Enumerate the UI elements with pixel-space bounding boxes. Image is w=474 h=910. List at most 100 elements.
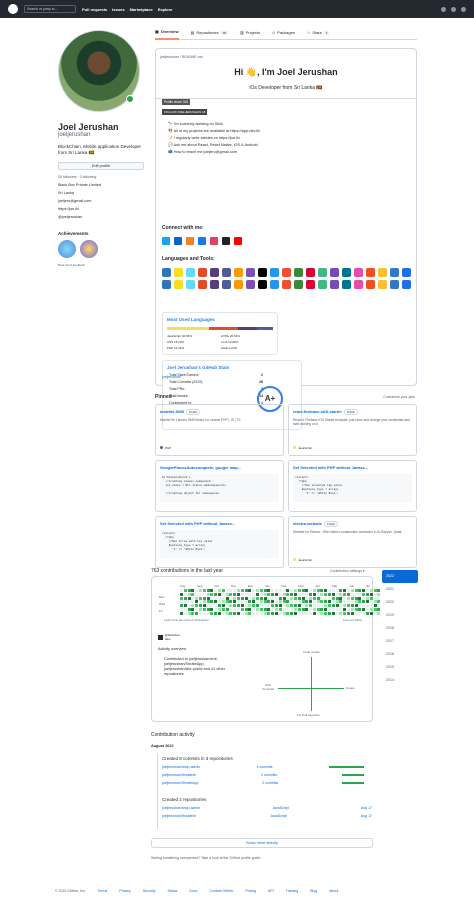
contribution-day[interactable] [350, 607, 354, 611]
contribution-day[interactable] [191, 607, 195, 611]
contribution-day[interactable] [312, 607, 316, 611]
contribution-day[interactable] [225, 596, 229, 600]
contribution-day[interactable] [301, 589, 305, 592]
instagram-icon[interactable] [210, 237, 218, 245]
contribution-day[interactable] [339, 592, 343, 596]
contribution-day[interactable] [259, 607, 263, 611]
facebook-icon[interactable] [198, 237, 206, 245]
quickdraw-badge-icon[interactable] [80, 240, 98, 258]
contribution-day[interactable] [217, 589, 221, 592]
contribution-day[interactable] [331, 596, 335, 600]
contribution-day[interactable] [252, 607, 256, 611]
repo-link[interactable]: electra-website [293, 521, 322, 526]
contribution-day[interactable] [195, 604, 199, 608]
commit-repo-row[interactable]: joeljerushan/ShrateApp 2 commits [162, 781, 372, 785]
contribution-day[interactable] [358, 592, 362, 596]
contribution-day[interactable] [229, 596, 233, 600]
contribution-day[interactable] [316, 589, 320, 592]
contribution-day[interactable] [248, 592, 252, 596]
contribution-day[interactable] [282, 611, 286, 615]
contribution-day[interactable] [255, 592, 259, 596]
contribution-day[interactable] [191, 596, 195, 600]
contribution-day[interactable] [187, 611, 191, 615]
contribution-day[interactable] [320, 611, 324, 615]
contribution-day[interactable] [233, 611, 237, 615]
contribution-day[interactable] [206, 592, 210, 596]
contribution-day[interactable] [263, 592, 267, 596]
contribution-day[interactable] [354, 604, 358, 608]
contribution-day[interactable] [180, 592, 183, 596]
contribution-day[interactable] [305, 600, 309, 604]
contribution-day[interactable] [301, 596, 305, 600]
contribution-day[interactable] [217, 604, 221, 608]
contribution-day[interactable] [309, 611, 313, 615]
contribution-day[interactable] [305, 611, 309, 615]
contribution-day[interactable] [343, 589, 347, 592]
contribution-day[interactable] [347, 611, 351, 615]
contribution-day[interactable] [293, 589, 297, 592]
footer-link[interactable]: Terms [98, 889, 108, 893]
contribution-day[interactable] [324, 604, 328, 608]
contribution-day[interactable] [320, 589, 324, 592]
contribution-day[interactable] [290, 607, 294, 611]
contribution-day[interactable] [339, 596, 343, 600]
contribution-day[interactable] [347, 592, 351, 596]
nav-issues[interactable]: Issues [112, 7, 124, 12]
footer-link[interactable]: Pricing [245, 889, 256, 893]
contribution-day[interactable] [221, 600, 225, 604]
contribution-day[interactable] [210, 600, 214, 604]
contribution-day[interactable] [350, 611, 354, 615]
contribution-day[interactable] [362, 589, 366, 592]
contribution-day[interactable] [202, 607, 206, 611]
contribution-day[interactable] [187, 604, 191, 608]
contribution-day[interactable] [328, 589, 332, 592]
contribution-day[interactable] [278, 611, 282, 615]
contribution-day[interactable] [282, 592, 286, 596]
footer-link[interactable]: API [268, 889, 274, 893]
contribution-day[interactable] [309, 596, 313, 600]
contribution-day[interactable] [278, 600, 282, 604]
contribution-day[interactable] [358, 596, 362, 600]
contribution-day[interactable] [282, 596, 286, 600]
contribution-day[interactable] [309, 600, 313, 604]
contribution-day[interactable] [198, 611, 202, 615]
contribution-day[interactable] [263, 604, 267, 608]
contribution-day[interactable] [369, 596, 373, 600]
new-repo-row[interactable]: joeljerushan/thruklesh JavaScript Aug 17 [162, 814, 372, 818]
tab-projects[interactable]: ▥ Projects [240, 26, 260, 40]
contribution-day[interactable] [263, 607, 267, 611]
contribution-day[interactable] [252, 596, 256, 600]
pull-shark-badge-icon[interactable] [58, 240, 76, 258]
contribution-day[interactable] [267, 596, 271, 600]
contribution-day[interactable] [263, 600, 267, 604]
contribution-day[interactable] [305, 596, 309, 600]
contribution-settings-button[interactable]: Contribution settings ▾ [330, 569, 365, 573]
contribution-day[interactable] [202, 604, 206, 608]
website-link[interactable]: https://jse.lk/ [58, 207, 148, 211]
contribution-day[interactable] [301, 604, 305, 608]
tab-stars[interactable]: ☆ Stars 7 [307, 26, 330, 40]
contribution-day[interactable] [331, 592, 335, 596]
contribution-day[interactable] [229, 592, 233, 596]
contribution-day[interactable] [350, 604, 354, 608]
year-button[interactable]: 2019 [382, 609, 418, 622]
contribution-day[interactable] [347, 600, 351, 604]
contribution-day[interactable] [362, 611, 366, 615]
contribution-day[interactable] [191, 611, 195, 615]
contribution-day[interactable] [320, 592, 324, 596]
contribution-day[interactable] [206, 596, 210, 600]
nav-pull-requests[interactable]: Pull requests [82, 7, 107, 12]
contribution-day[interactable] [354, 607, 358, 611]
contribution-day[interactable] [206, 604, 210, 608]
contribution-day[interactable] [324, 600, 328, 604]
contribution-day[interactable] [217, 592, 221, 596]
contribution-day[interactable] [347, 604, 351, 608]
contribution-day[interactable] [187, 600, 191, 604]
contribution-day[interactable] [233, 596, 237, 600]
contribution-day[interactable] [354, 592, 358, 596]
beta-feedback[interactable]: Beta Send feedback [58, 263, 148, 267]
contribution-day[interactable] [180, 589, 183, 592]
contribution-day[interactable] [297, 592, 301, 596]
gist-link[interactable]: Set Selected with PHP without Javasc... [160, 521, 235, 526]
footer-link[interactable]: Privacy [119, 889, 130, 893]
